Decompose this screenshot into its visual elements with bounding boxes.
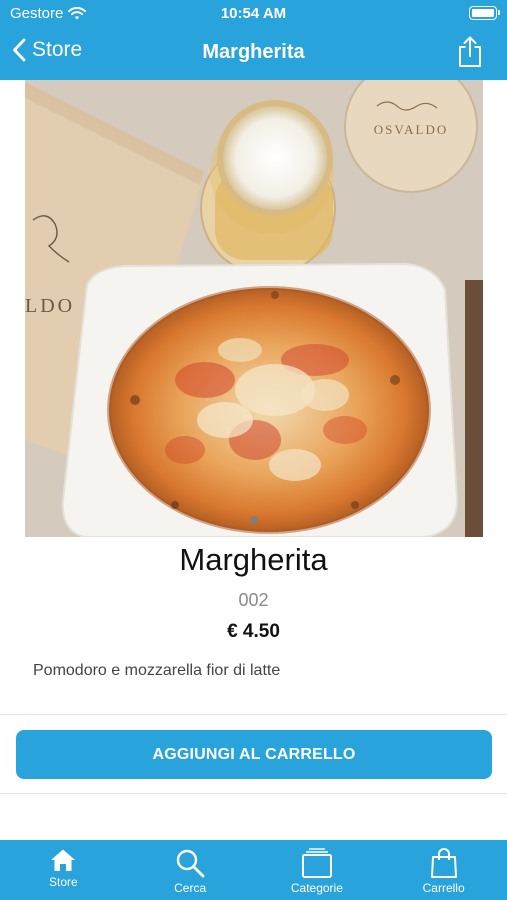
menu-brand-text: LDO xyxy=(25,295,75,317)
search-icon xyxy=(176,849,205,878)
shopping-bag-icon xyxy=(430,848,457,878)
categories-icon xyxy=(301,848,332,878)
product-code: 002 xyxy=(238,590,269,610)
divider xyxy=(0,793,507,794)
tab-label: Categorie xyxy=(290,881,343,895)
tab-search[interactable]: Cerca xyxy=(127,840,254,900)
battery-icon xyxy=(469,6,500,20)
navigation-bar: Store Margherita xyxy=(0,28,507,80)
tab-categories[interactable]: Categorie xyxy=(254,840,381,900)
top-bar: Gestore 10:54 AM Store Margherita xyxy=(0,0,507,80)
product-price: € 4.50 xyxy=(227,621,280,642)
tab-cart[interactable]: Carrello xyxy=(380,840,507,900)
share-button[interactable] xyxy=(457,36,483,73)
chevron-left-icon xyxy=(13,38,26,62)
product-image[interactable]: LDO OSVALDO xyxy=(25,80,483,537)
coaster-brand-text: OSVALDO xyxy=(374,122,448,137)
product-name: Margherita xyxy=(179,542,328,577)
tab-bar: Store Cerca Categorie Carrello xyxy=(0,840,507,900)
status-time: 10:54 AM xyxy=(220,5,287,22)
product-description: Pomodoro e mozzarella fior di latte xyxy=(33,662,281,679)
add-to-cart-button[interactable]: AGGIUNGI AL CARRELLO xyxy=(16,730,492,779)
divider xyxy=(0,714,507,715)
pizza-photo: LDO OSVALDO xyxy=(25,80,483,537)
back-button[interactable]: Store xyxy=(12,38,82,62)
status-bar: Gestore 10:54 AM xyxy=(0,0,507,28)
share-icon xyxy=(459,36,481,67)
image-page-indicator xyxy=(250,516,258,524)
home-icon xyxy=(51,849,76,871)
tab-store[interactable]: Store xyxy=(0,840,127,900)
tab-label: Carrello xyxy=(422,881,465,895)
tab-label: Cerca xyxy=(174,881,207,895)
back-label: Store xyxy=(32,38,83,61)
tab-label: Store xyxy=(49,875,78,889)
